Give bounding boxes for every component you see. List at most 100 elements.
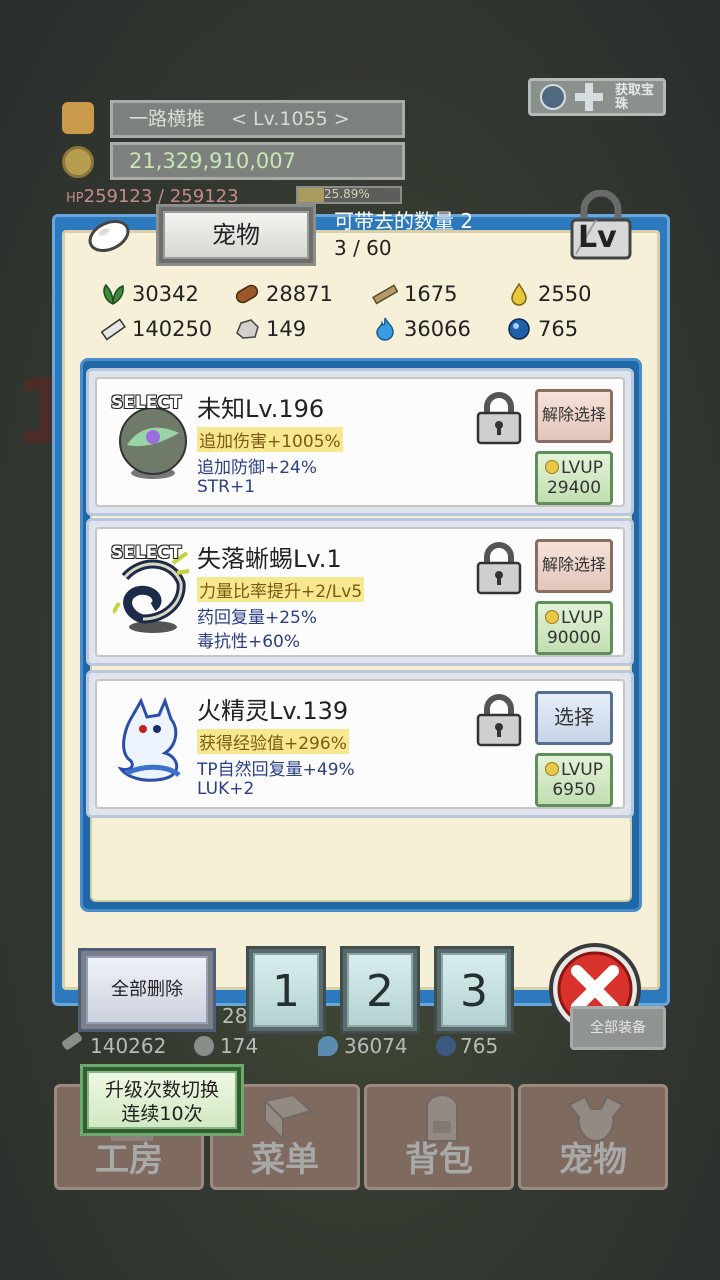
lvup-label: LVUP — [561, 608, 603, 628]
lvup-label: LVUP — [561, 760, 603, 780]
gold-amount: 21,329,910,007 — [129, 149, 296, 173]
tab-pets-label: 宠物 — [163, 211, 309, 259]
tab-pets[interactable]: 宠物 — [156, 204, 316, 266]
nav-label: 工房 — [95, 1140, 163, 1180]
gold-bar: 21,329,910,007 — [110, 142, 405, 180]
slot-label: 1 — [253, 953, 319, 1027]
level-lock-button[interactable]: Lv — [566, 189, 636, 262]
toggle-line-2: 连续10次 — [121, 1103, 203, 1125]
coin-icon — [545, 460, 560, 474]
pet-stat: LUK+2 — [197, 779, 255, 799]
wood-log-icon — [235, 284, 259, 304]
blue-orb-icon — [436, 1036, 456, 1056]
resource-oil: 2550 — [506, 280, 591, 308]
pet-name: 失落蜥蜴Lv.1 — [197, 545, 342, 573]
nav-label: 菜单 — [251, 1140, 319, 1180]
pet-card-body: 火精灵Lv.139 获得经验值+296% TP自然回复量+49% LUK+2 选… — [95, 679, 625, 809]
coin-icon — [545, 762, 560, 776]
pet-stat: STR+1 — [197, 477, 256, 497]
lock-icon[interactable] — [475, 693, 523, 747]
player-name-bar: 一路横推 < Lv.1055 > — [110, 100, 405, 138]
resource-iron: 140250 — [100, 315, 212, 343]
equip-all-button[interactable]: 全部装备 — [570, 1006, 666, 1050]
lock-icon[interactable] — [475, 541, 523, 595]
pet-card[interactable]: 火精灵Lv.139 获得经验值+296% TP自然回复量+49% LUK+2 选… — [86, 670, 634, 818]
player-name: 一路横推 — [129, 108, 206, 130]
select-button[interactable]: 选择 — [535, 691, 613, 745]
lock-icon[interactable] — [475, 391, 523, 445]
iron-ingot-icon — [100, 318, 126, 341]
deselect-button[interactable]: 解除选择 — [535, 539, 613, 593]
pet-card-body: SELECT 未知Lv.196 追加伤害+1005% 追加防御+24% STR+… — [95, 377, 625, 507]
lvup-label: LVUP — [561, 458, 603, 478]
pet-count: 3 / 60 — [334, 236, 392, 260]
delete-all-button[interactable]: 全部删除 — [78, 948, 216, 1032]
pet-egg-icon — [88, 219, 130, 253]
resource-stone: 149 — [234, 315, 306, 343]
partial-resource-count: 28 — [222, 1004, 248, 1028]
gold-coin-icon — [62, 146, 94, 178]
pet-stat: 药回复量+25% — [197, 608, 318, 628]
oil-drop-icon — [511, 282, 527, 306]
pet-name: 未知Lv.196 — [197, 395, 325, 423]
select-tag: SELECT — [111, 543, 182, 563]
iron-count: 140250 — [132, 317, 213, 341]
pet-main-stat: 追加伤害+1005% — [197, 427, 343, 452]
pet-card[interactable]: SELECT 失落蜥蜴Lv.1 力量比率提升+2/Lv5 药回复量+25% 毒抗… — [86, 518, 634, 666]
lvup-cost: 90000 — [546, 628, 602, 648]
get-orb-label: 获取宝珠 — [615, 83, 655, 112]
lvup-button[interactable]: LVUP 90000 — [535, 601, 613, 655]
pet-card-body: SELECT 失落蜥蜴Lv.1 力量比率提升+2/Lv5 药回复量+25% 毒抗… — [95, 527, 625, 657]
resource-wood: 28871 — [234, 280, 333, 308]
stone-count-bg: 174 — [220, 1034, 259, 1058]
orb-count-bg: 765 — [460, 1034, 499, 1058]
nav-backpack[interactable]: 背包 — [364, 1084, 514, 1190]
lock-level-badge: Lv — [578, 220, 617, 255]
stone-icon — [194, 1036, 214, 1056]
deselect-button[interactable]: 解除选择 — [535, 389, 613, 443]
resource-plank: 1675 — [372, 280, 457, 308]
pet-main-stat: 获得经验值+296% — [197, 729, 349, 754]
exp-bar: 25.89% — [296, 186, 402, 204]
upgrade-count-label: 升级次数切换 连续10次 — [87, 1071, 237, 1129]
oil-count: 2550 — [538, 282, 592, 306]
nav-pets[interactable]: 宠物 — [518, 1084, 668, 1190]
lvup-button[interactable]: LVUP 29400 — [535, 451, 613, 505]
stone-count: 149 — [266, 317, 307, 341]
slot-button-2[interactable]: 2 — [340, 946, 420, 1034]
exp-percent: 25.89% — [324, 187, 370, 201]
resource-flame: 36066 — [372, 315, 471, 343]
pet-fire-spirit-icon — [117, 696, 181, 782]
slot-button-1[interactable]: 1 — [246, 946, 326, 1034]
carry-limit-label: 可带去的数量 2 — [334, 209, 474, 233]
herb-count: 30342 — [132, 282, 199, 306]
select-tag: SELECT — [111, 393, 182, 413]
pet-name: 火精灵Lv.139 — [197, 697, 349, 725]
wood-count: 28871 — [266, 282, 333, 306]
hp-label: HP — [66, 191, 84, 206]
plank-icon — [372, 284, 398, 305]
player-avatar-icon — [62, 102, 94, 134]
toggle-line-1: 升级次数切换 — [104, 1079, 219, 1101]
slot-button-3[interactable]: 3 — [434, 946, 514, 1034]
lvup-cost: 6950 — [552, 780, 596, 800]
player-level: < Lv.1055 > — [231, 108, 350, 130]
pet-card[interactable]: SELECT 未知Lv.196 追加伤害+1005% 追加防御+24% STR+… — [86, 368, 634, 516]
nav-label: 宠物 — [559, 1140, 627, 1180]
get-orb-button[interactable]: 获取宝珠 — [528, 78, 666, 116]
upgrade-count-toggle[interactable]: 升级次数切换 连续10次 — [80, 1064, 244, 1136]
resource-orb: 765 — [506, 315, 578, 343]
blue-orb-icon — [508, 318, 530, 340]
slot-label: 2 — [347, 953, 413, 1027]
pet-stat: 毒抗性+60% — [197, 632, 301, 652]
iron-count-bg: 140262 — [90, 1034, 167, 1058]
blue-flame-icon — [376, 317, 394, 341]
plank-count: 1675 — [404, 282, 458, 306]
flame-count-bg: 36074 — [344, 1034, 408, 1058]
lvup-cost: 29400 — [546, 478, 602, 498]
lvup-button[interactable]: LVUP 6950 — [535, 753, 613, 807]
nav-label: 背包 — [405, 1140, 473, 1180]
resource-herb: 30342 — [100, 280, 199, 308]
orb-plus-icon — [540, 83, 603, 111]
flame-count: 36066 — [404, 317, 471, 341]
